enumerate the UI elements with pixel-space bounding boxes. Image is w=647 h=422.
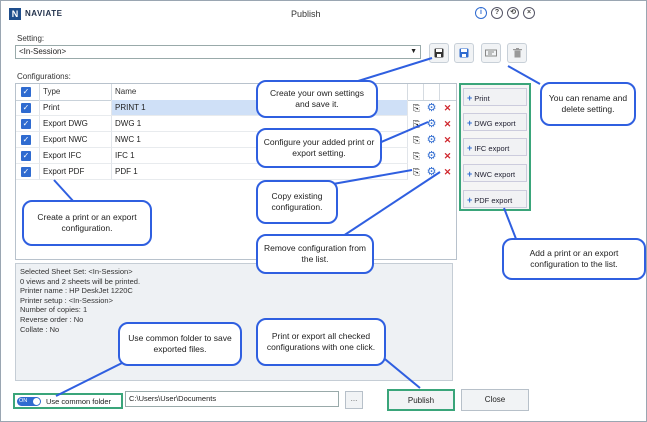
header-action-1 bbox=[408, 84, 424, 100]
browse-button[interactable]: ... bbox=[345, 391, 363, 409]
row-checkbox[interactable]: ✓ bbox=[21, 151, 31, 161]
settings-circle-icon[interactable]: ⟲ bbox=[507, 7, 519, 19]
callout-copy: Copy existing configuration. bbox=[256, 180, 338, 224]
setting-dropdown[interactable]: <In-Session> ▼ bbox=[15, 45, 421, 59]
header-checkbox-cell: ✓ bbox=[16, 84, 40, 100]
callout-publish-all: Print or export all checked configuratio… bbox=[256, 318, 386, 366]
callout-common-folder: Use common folder to save exported files… bbox=[118, 322, 242, 366]
copy-icon[interactable]: ⎘ bbox=[411, 102, 422, 114]
close-icon[interactable]: ✕ bbox=[442, 102, 453, 114]
window-title: Publish bbox=[291, 9, 321, 19]
table-row[interactable]: ✓ Export NWC NWC 1 ⎘ ⚙ ✕ bbox=[16, 132, 456, 148]
checkbox-cell: ✓ bbox=[16, 132, 40, 148]
naviate-logo-icon: N bbox=[9, 8, 21, 20]
add-ifc-export-button[interactable]: + IFC export bbox=[463, 138, 527, 156]
plus-icon: + bbox=[467, 93, 473, 103]
save-as-icon bbox=[459, 48, 469, 58]
close-window-icon[interactable]: × bbox=[523, 7, 535, 19]
select-all-checkbox[interactable]: ✓ bbox=[21, 87, 31, 97]
add-pdf-export-button[interactable]: + PDF export bbox=[463, 190, 527, 208]
save-as-setting-button[interactable] bbox=[454, 43, 474, 63]
checkbox-cell: ✓ bbox=[16, 148, 40, 164]
close-button[interactable]: Close bbox=[461, 389, 529, 411]
copy-icon[interactable]: ⎘ bbox=[411, 134, 422, 146]
table-row[interactable]: ✓ Export DWG DWG 1 ⎘ ⚙ ✕ bbox=[16, 116, 456, 132]
gear-icon[interactable]: ⚙ bbox=[426, 150, 437, 162]
chevron-down-icon: ▼ bbox=[410, 48, 417, 55]
gear-icon[interactable]: ⚙ bbox=[426, 166, 437, 178]
log-line: Number of copies: 1 bbox=[20, 305, 88, 315]
table-row[interactable]: ✓ Export PDF PDF 1 ⎘ ⚙ ✕ bbox=[16, 164, 456, 180]
common-folder-toggle-group: ON Use common folder bbox=[13, 393, 123, 409]
configurations-label: Configurations: bbox=[17, 72, 71, 81]
setting-label: Setting: bbox=[17, 34, 45, 43]
callout-remove: Remove configuration from the list. bbox=[256, 234, 374, 274]
log-line: Printer setup : <In-Session> bbox=[20, 295, 113, 305]
row-checkbox[interactable]: ✓ bbox=[21, 167, 31, 177]
save-icon bbox=[434, 48, 444, 58]
close-icon[interactable]: ✕ bbox=[442, 166, 453, 178]
log-line: Selected Sheet Set: <In-Session> bbox=[20, 267, 133, 276]
type-cell: Print bbox=[40, 100, 112, 116]
row-checkbox[interactable]: ✓ bbox=[21, 119, 31, 129]
checkbox-cell: ✓ bbox=[16, 100, 40, 116]
copy-icon[interactable]: ⎘ bbox=[411, 150, 422, 162]
log-line: 0 views and 2 sheets will be printed. bbox=[20, 276, 141, 286]
add-print-button[interactable]: + Print bbox=[463, 88, 527, 106]
callout-create-config: Create a print or an export configuratio… bbox=[22, 200, 152, 246]
title-bar: N NAVIATE Publish i ? ⟲ × bbox=[1, 1, 646, 27]
header-action-2 bbox=[424, 84, 440, 100]
header-action-3 bbox=[440, 84, 456, 100]
checkbox-cell: ✓ bbox=[16, 116, 40, 132]
common-folder-label: Use common folder bbox=[46, 397, 112, 406]
toggle-knob bbox=[33, 398, 40, 405]
close-icon[interactable]: ✕ bbox=[442, 118, 453, 130]
save-setting-button[interactable] bbox=[429, 43, 449, 63]
gear-icon[interactable]: ⚙ bbox=[426, 118, 437, 130]
setting-value: <In-Session> bbox=[19, 47, 67, 56]
brand-name: NAVIATE bbox=[25, 9, 63, 18]
type-cell: Export PDF bbox=[40, 164, 112, 180]
copy-icon[interactable]: ⎘ bbox=[411, 166, 422, 178]
rename-icon bbox=[485, 49, 497, 57]
plus-icon: + bbox=[467, 195, 473, 205]
delete-setting-button[interactable] bbox=[507, 43, 527, 63]
callout-add: Add a print or an export configuration t… bbox=[502, 238, 646, 280]
folder-path-input[interactable]: C:\Users\User\Documents bbox=[125, 391, 339, 407]
header-type[interactable]: Type bbox=[40, 84, 112, 100]
plus-icon: + bbox=[467, 169, 473, 179]
plus-icon: + bbox=[467, 143, 473, 153]
trash-icon bbox=[512, 48, 522, 58]
close-icon[interactable]: ✕ bbox=[442, 134, 453, 146]
table-header: ✓ Type Name bbox=[16, 84, 456, 101]
gear-icon[interactable]: ⚙ bbox=[426, 134, 437, 146]
table-row[interactable]: ✓ Print PRINT 1 ⎘ ⚙ ✕ bbox=[16, 100, 456, 116]
info-icon[interactable]: i bbox=[475, 7, 487, 19]
type-cell: Export IFC bbox=[40, 148, 112, 164]
add-dwg-export-button[interactable]: + DWG export bbox=[463, 113, 527, 131]
gear-icon[interactable]: ⚙ bbox=[426, 102, 437, 114]
table-row[interactable]: ✓ Export IFC IFC 1 ⎘ ⚙ ✕ bbox=[16, 148, 456, 164]
row-checkbox[interactable]: ✓ bbox=[21, 135, 31, 145]
close-icon[interactable]: ✕ bbox=[442, 150, 453, 162]
help-icon[interactable]: ? bbox=[491, 7, 503, 19]
common-folder-toggle[interactable]: ON bbox=[17, 397, 41, 406]
log-line: Printer name : HP DeskJet 1220C bbox=[20, 286, 133, 296]
copy-icon[interactable]: ⎘ bbox=[411, 118, 422, 130]
add-nwc-export-button[interactable]: + NWC export bbox=[463, 164, 527, 182]
row-checkbox[interactable]: ✓ bbox=[21, 103, 31, 113]
callout-configure: Configure your added print or export set… bbox=[256, 128, 382, 168]
type-cell: Export DWG bbox=[40, 116, 112, 132]
publish-button[interactable]: Publish bbox=[387, 389, 455, 411]
callout-rename: You can rename and delete setting. bbox=[540, 82, 636, 126]
add-configuration-panel: + Print + DWG export + IFC export + NWC expo… bbox=[459, 83, 531, 211]
rename-setting-button[interactable] bbox=[481, 43, 501, 63]
checkbox-cell: ✓ bbox=[16, 164, 40, 180]
callout-create-own: Create your own settings and save it. bbox=[256, 80, 378, 118]
plus-icon: + bbox=[467, 118, 473, 128]
type-cell: Export NWC bbox=[40, 132, 112, 148]
